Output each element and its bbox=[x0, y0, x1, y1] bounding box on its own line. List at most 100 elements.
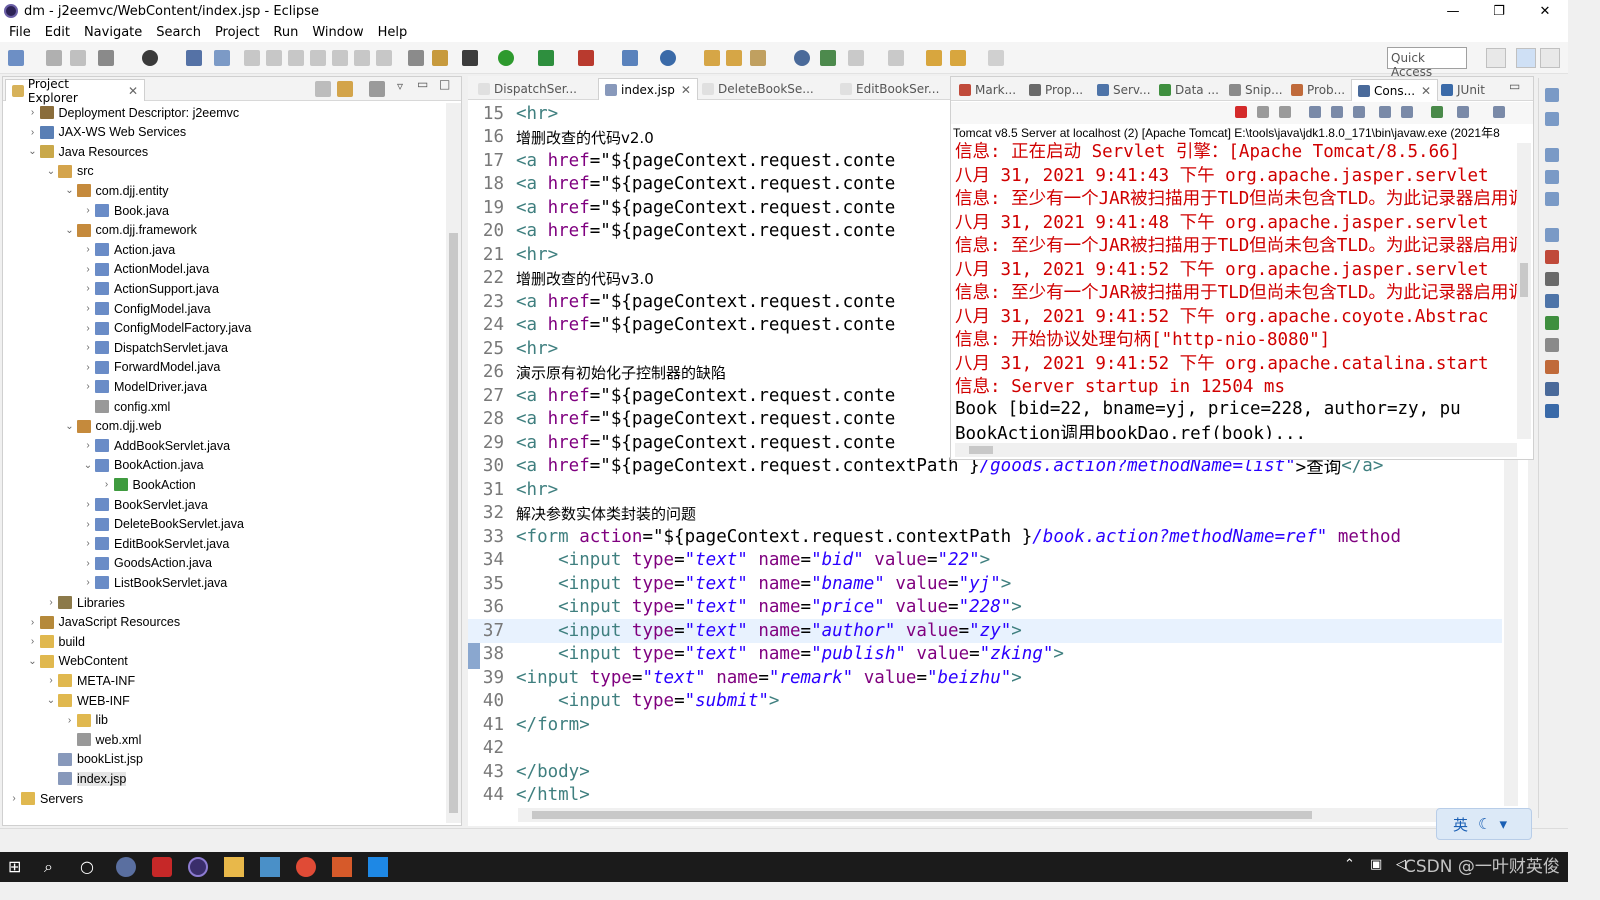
menu-edit[interactable]: Edit bbox=[38, 25, 77, 40]
chevron-right-icon[interactable]: › bbox=[81, 362, 95, 373]
chevron-right-icon[interactable]: › bbox=[81, 264, 95, 275]
tree-item[interactable]: ⌄ com.djj.framework bbox=[63, 221, 197, 240]
minimize-button[interactable]: — bbox=[1430, 0, 1476, 22]
debug-icon[interactable] bbox=[462, 50, 478, 66]
expand-down-icon[interactable]: ⌄ bbox=[63, 185, 77, 196]
step-return-icon[interactable] bbox=[376, 50, 392, 66]
prev-annotation-icon[interactable] bbox=[888, 50, 904, 66]
tree-item[interactable]: ⌄ com.djj.entity bbox=[63, 181, 168, 200]
chevron-right-icon[interactable]: › bbox=[81, 538, 95, 549]
expand-down-icon[interactable]: ⌄ bbox=[63, 225, 77, 236]
code-line[interactable]: 43 </body> bbox=[468, 760, 1502, 784]
build-icon[interactable] bbox=[98, 50, 114, 66]
terminate-icon[interactable] bbox=[288, 50, 304, 66]
menu-file[interactable]: File bbox=[2, 25, 38, 40]
close-icon[interactable]: ✕ bbox=[681, 83, 691, 97]
stop-icon[interactable] bbox=[1235, 106, 1247, 118]
tree-item[interactable]: › ActionModel.java bbox=[81, 260, 209, 279]
menu-help[interactable]: Help bbox=[371, 25, 415, 40]
chevron-right-icon[interactable]: › bbox=[63, 715, 77, 726]
toggle-mark-icon[interactable] bbox=[408, 50, 424, 66]
chevron-right-icon[interactable]: › bbox=[81, 499, 95, 510]
tab-junit[interactable]: JUnit bbox=[1435, 79, 1491, 101]
menu-search[interactable]: Search bbox=[149, 25, 208, 40]
tree-item[interactable]: › AddBookServlet.java bbox=[81, 436, 230, 455]
app-blue-icon[interactable] bbox=[368, 857, 388, 877]
tree-item[interactable]: › Action.java bbox=[81, 240, 175, 259]
display-console-icon[interactable] bbox=[1457, 106, 1469, 118]
chevron-right-icon[interactable]: › bbox=[81, 323, 95, 334]
menu-project[interactable]: Project bbox=[208, 25, 266, 40]
shirt-icon[interactable]: ▾ bbox=[1499, 815, 1507, 833]
expand-down-icon[interactable]: ⌄ bbox=[44, 695, 58, 706]
remove-all-icon[interactable] bbox=[1279, 106, 1291, 118]
tree-item[interactable]: › Book.java bbox=[81, 201, 169, 220]
console-vscroll-thumb[interactable] bbox=[1520, 263, 1528, 297]
back-icon[interactable] bbox=[950, 50, 966, 66]
tab-project-explorer[interactable]: Project Explorer ✕ bbox=[5, 77, 145, 105]
search-icon[interactable]: ⌕ bbox=[44, 857, 64, 877]
terminal-icon[interactable] bbox=[186, 50, 202, 66]
chevron-right-icon[interactable]: › bbox=[26, 127, 40, 138]
junit-icon[interactable] bbox=[1545, 404, 1559, 418]
code-line[interactable]: 37 <input type = "text" name = "author" valu… bbox=[468, 619, 1502, 643]
search-tool-icon[interactable] bbox=[750, 50, 766, 66]
chevron-right-icon[interactable]: › bbox=[81, 558, 95, 569]
chevron-right-icon[interactable]: › bbox=[81, 303, 95, 314]
tree-item[interactable]: index.jsp bbox=[44, 769, 127, 788]
skip-breakpoints-icon[interactable] bbox=[214, 50, 230, 66]
show-stdout-icon[interactable] bbox=[1379, 106, 1391, 118]
network-icon[interactable]: ▣ bbox=[1370, 857, 1390, 877]
tree-item[interactable]: › Deployment Descriptor: j2eemvc bbox=[26, 103, 239, 122]
tree-item[interactable]: ⌄ src bbox=[44, 162, 94, 181]
console-hscroll-thumb[interactable] bbox=[969, 446, 993, 454]
app-red-icon[interactable] bbox=[152, 857, 172, 877]
restore-icon[interactable] bbox=[1545, 88, 1559, 102]
tree-item[interactable]: ⌄ Java Resources bbox=[26, 142, 148, 161]
tree-item[interactable]: › Servers bbox=[7, 789, 83, 808]
minimize-view-icon[interactable]: ▭ bbox=[417, 77, 428, 91]
chevron-right-icon[interactable]: › bbox=[81, 342, 95, 353]
chevron-right-icon[interactable]: › bbox=[44, 675, 58, 686]
code-line[interactable]: 44 </html> bbox=[468, 784, 1502, 808]
ime-toolbar[interactable]: 英 ☾ ▾ bbox=[1436, 808, 1532, 840]
tab-problems[interactable]: Prob... bbox=[1285, 79, 1351, 101]
chevron-right-icon[interactable]: › bbox=[81, 205, 95, 216]
windows-start-icon[interactable]: ⊞ bbox=[8, 857, 28, 877]
pin-console-icon[interactable] bbox=[1431, 106, 1443, 118]
code-line[interactable]: 35 <input type = "text" name = "bname" value… bbox=[468, 572, 1502, 596]
java-perspective-icon[interactable] bbox=[1540, 48, 1560, 68]
code-line[interactable]: 41 </form> bbox=[468, 713, 1502, 737]
menu-run[interactable]: Run bbox=[266, 25, 305, 40]
chevron-right-icon[interactable]: › bbox=[7, 793, 21, 804]
tab-snippets[interactable]: Snip... bbox=[1223, 79, 1289, 101]
jee-perspective-icon[interactable] bbox=[1516, 48, 1536, 68]
tree-item[interactable]: › DeleteBookServlet.java bbox=[81, 515, 244, 534]
profile-icon[interactable] bbox=[142, 50, 158, 66]
snippets-icon[interactable] bbox=[1545, 338, 1559, 352]
tree-item[interactable]: › ForwardModel.java bbox=[81, 358, 220, 377]
tree-item[interactable]: › Libraries bbox=[44, 593, 125, 612]
maximize-button[interactable]: ❐ bbox=[1476, 0, 1522, 22]
console-hscrollbar[interactable] bbox=[955, 443, 1517, 457]
last-edit-icon[interactable] bbox=[926, 50, 942, 66]
chrome-icon[interactable] bbox=[296, 857, 316, 877]
tree-item[interactable]: ⌄ com.djj.web bbox=[63, 417, 161, 436]
chevron-right-icon[interactable]: › bbox=[81, 381, 95, 392]
scroll-lock-icon[interactable] bbox=[1331, 106, 1343, 118]
maximize-view-icon[interactable]: ▭ bbox=[1509, 79, 1520, 93]
disconnect-icon[interactable] bbox=[310, 50, 326, 66]
chevron-right-icon[interactable]: › bbox=[81, 440, 95, 451]
close-button[interactable]: ✕ bbox=[1522, 0, 1568, 22]
collapse-all-icon[interactable] bbox=[315, 81, 331, 97]
close-icon[interactable]: ✕ bbox=[1421, 84, 1431, 98]
ime-language-label[interactable]: 英 bbox=[1453, 814, 1468, 835]
editor-hscroll-thumb[interactable] bbox=[532, 811, 1312, 819]
tree-item[interactable]: › BookAction bbox=[100, 475, 196, 494]
code-line[interactable]: 31 <hr> bbox=[468, 478, 1502, 502]
tab-data-source[interactable]: Data ... bbox=[1153, 79, 1225, 101]
eclipse-taskbar-icon[interactable] bbox=[188, 857, 208, 877]
tree-item[interactable]: bookList.jsp bbox=[44, 750, 143, 769]
tab-console[interactable]: Cons... ✕ bbox=[1351, 79, 1439, 101]
close-icon[interactable]: ✕ bbox=[128, 84, 138, 98]
